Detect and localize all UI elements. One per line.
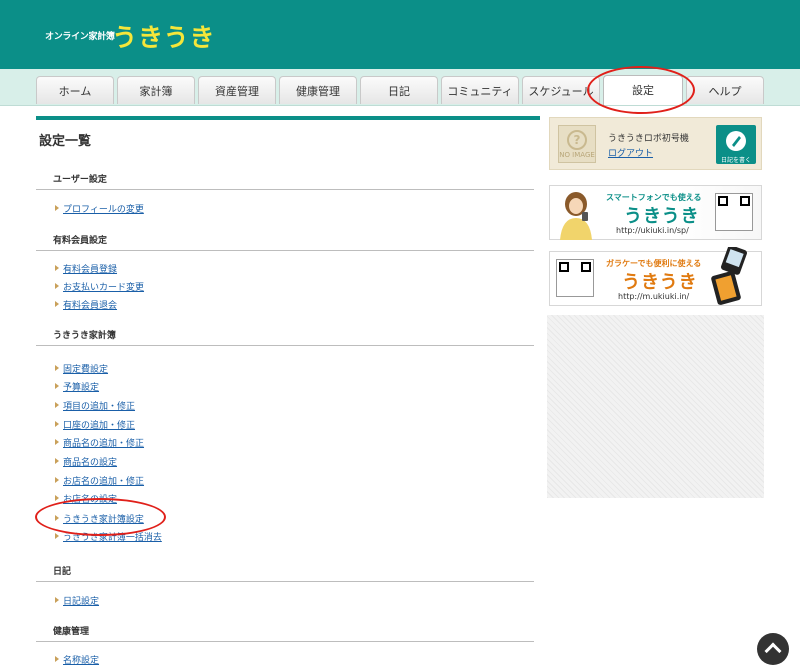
section-heading-user: ユーザー設定 (36, 172, 534, 190)
arrow-icon (55, 421, 59, 427)
arrow-icon (55, 533, 59, 539)
link-budget[interactable]: 予算設定 (55, 380, 99, 393)
link-label: 固定費設定 (63, 365, 109, 375)
link-label: 項目の追加・修正 (63, 402, 136, 412)
arrow-icon (55, 365, 59, 371)
link-item-edit[interactable]: 項目の追加・修正 (55, 399, 135, 412)
link-label: 日記設定 (63, 597, 100, 607)
link-label: お店名の設定 (63, 495, 118, 505)
smartphone-banner[interactable]: スマートフォンでも使える うきうき http://ukiuki.in/sp/ (549, 185, 762, 240)
brand-subtitle: オンライン家計簿 (45, 32, 115, 42)
question-icon: ? (567, 130, 587, 150)
page-title: 設定一覧 (39, 134, 92, 149)
link-payment-card-change[interactable]: お支払いカード変更 (55, 280, 144, 293)
link-label: うきうき家計簿設定 (63, 515, 144, 525)
smartphone-banner-title: うきうき (624, 206, 700, 227)
arrow-icon (55, 265, 59, 271)
arrow-icon (55, 402, 59, 408)
arrow-icon (55, 301, 59, 307)
site-header: オンライン家計簿 うきうき (0, 0, 800, 69)
link-label: 商品名の設定 (63, 458, 118, 468)
flip-phone-icon (711, 247, 747, 305)
link-ukiuki-ledger-clear[interactable]: うきうき家計簿一括消去 (55, 530, 162, 543)
arrow-icon (55, 495, 59, 501)
link-label: 口座の追加・修正 (63, 421, 136, 431)
link-diary-setting[interactable]: 日記設定 (55, 594, 99, 607)
link-profile-change[interactable]: プロフィールの変更 (55, 202, 144, 215)
arrow-icon (55, 656, 59, 662)
link-label: 名称設定 (63, 656, 100, 666)
arrow-icon (55, 597, 59, 603)
link-premium-register[interactable]: 有料会員登録 (55, 262, 117, 275)
tab-asset-management[interactable]: 資産管理 (198, 76, 276, 104)
link-label: 有料会員登録 (63, 265, 118, 275)
tab-schedule[interactable]: スケジュール (522, 76, 600, 104)
avatar: ? NO IMAGE (558, 125, 596, 163)
profile-box: ? NO IMAGE うきうきロボ初号機 ログアウト 日記を書く (549, 117, 762, 170)
link-label: プロフィールの変更 (63, 205, 144, 215)
scroll-to-top-button[interactable] (757, 633, 789, 665)
feature-phone-banner-title: うきうき (622, 272, 698, 293)
tab-help[interactable]: ヘルプ (686, 76, 764, 104)
link-label: 有料会員退会 (63, 301, 118, 311)
link-label: うきうき家計簿一括消去 (63, 533, 162, 543)
tab-household-ledger[interactable]: 家計簿 (117, 76, 195, 104)
write-diary-label: 日記を書く (720, 157, 751, 164)
ad-placeholder (547, 315, 764, 498)
link-label: お店名の追加・修正 (63, 477, 145, 487)
qr-code-icon (556, 259, 594, 297)
link-premium-cancel[interactable]: 有料会員退会 (55, 298, 117, 311)
arrow-icon (55, 383, 59, 389)
tab-health-management[interactable]: 健康管理 (279, 76, 357, 104)
link-product-name-setting[interactable]: 商品名の設定 (55, 455, 117, 468)
section-heading-premium: 有料会員設定 (36, 233, 534, 251)
link-label: 商品名の追加・修正 (63, 439, 145, 449)
link-ukiuki-ledger-setting[interactable]: うきうき家計簿設定 (55, 512, 144, 525)
link-shop-name-edit[interactable]: お店名の追加・修正 (55, 474, 144, 487)
woman-illustration-icon (560, 192, 592, 240)
tab-diary[interactable]: 日記 (360, 76, 438, 104)
username: うきうきロボ初号機 (608, 134, 689, 144)
feature-phone-banner[interactable]: ガラケーでも便利に使える うきうき http://m.ukiuki.in/ (549, 247, 762, 306)
qr-code-icon (715, 193, 753, 231)
link-shop-name-setting[interactable]: お店名の設定 (55, 492, 117, 505)
arrow-icon (55, 477, 59, 483)
section-heading-ledger: うきうき家計簿 (36, 328, 534, 346)
link-product-name-edit[interactable]: 商品名の追加・修正 (55, 436, 144, 449)
title-accent-bar (36, 116, 540, 120)
link-label: お支払いカード変更 (63, 283, 145, 293)
section-heading-health: 健康管理 (36, 624, 534, 642)
link-name-setting[interactable]: 名称設定 (55, 653, 99, 666)
link-label: 予算設定 (63, 383, 100, 393)
section-heading-diary: 日記 (36, 564, 534, 582)
pen-icon (726, 131, 746, 151)
tab-home[interactable]: ホーム (36, 76, 114, 104)
arrow-icon (55, 458, 59, 464)
tab-community[interactable]: コミュニティ (441, 76, 519, 104)
arrow-icon (55, 515, 59, 521)
link-fixed-cost[interactable]: 固定費設定 (55, 362, 108, 375)
arrow-icon (55, 439, 59, 445)
logout-link[interactable]: ログアウト (608, 146, 653, 159)
smartphone-banner-url: http://ukiuki.in/sp/ (616, 226, 689, 235)
write-diary-button[interactable]: 日記を書く (716, 125, 756, 164)
feature-phone-banner-url: http://m.ukiuki.in/ (618, 292, 690, 301)
link-account-edit[interactable]: 口座の追加・修正 (55, 418, 135, 431)
noimage-label: NO IMAGE (559, 151, 595, 159)
arrow-icon (55, 283, 59, 289)
tab-settings[interactable]: 設定 (603, 75, 683, 105)
arrow-icon (55, 205, 59, 211)
brand-logo[interactable]: うきうき (112, 18, 216, 54)
